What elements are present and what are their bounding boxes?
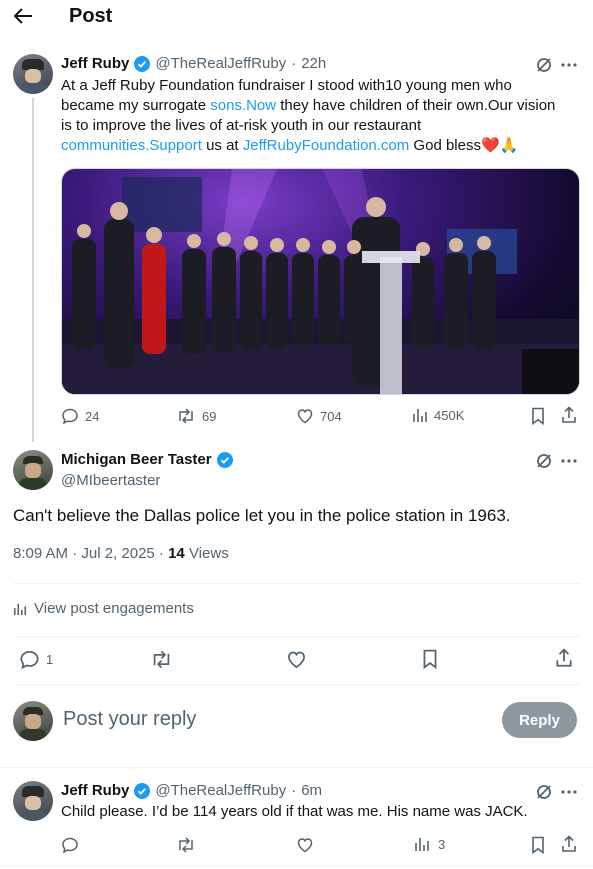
thread-line bbox=[32, 98, 34, 442]
emoji: ❤️🙏 bbox=[480, 137, 519, 154]
verified-badge-icon bbox=[134, 55, 151, 72]
more-options-icon[interactable] bbox=[561, 785, 577, 799]
analytics-icon bbox=[13, 603, 27, 615]
grok-icon[interactable] bbox=[535, 783, 553, 801]
arrow-left-icon[interactable] bbox=[12, 6, 34, 26]
reply-count[interactable]: 24 bbox=[61, 407, 99, 425]
divider bbox=[0, 767, 593, 768]
repost-icon bbox=[179, 408, 193, 424]
author-name[interactable]: Jeff Ruby bbox=[61, 782, 129, 799]
bookmark-icon[interactable] bbox=[531, 836, 545, 854]
bookmark-icon[interactable] bbox=[422, 649, 438, 669]
post-header: Jeff Ruby @TheRealJeffRuby · 22h bbox=[61, 55, 326, 72]
divider bbox=[0, 866, 593, 867]
more-options-icon[interactable] bbox=[561, 58, 577, 72]
event-photo bbox=[62, 169, 579, 394]
avatar[interactable] bbox=[13, 781, 53, 821]
views-count-value: 450K bbox=[434, 407, 465, 423]
share-icon[interactable] bbox=[561, 835, 577, 853]
reply-count[interactable]: 1 bbox=[19, 649, 53, 670]
author-name[interactable]: Michigan Beer Taster bbox=[61, 451, 212, 468]
foundation-link[interactable]: JeffRubyFoundation.com bbox=[243, 137, 410, 154]
timestamp[interactable]: 8:09 AM · Jul 2, 2025 · bbox=[13, 545, 168, 562]
share-icon[interactable] bbox=[555, 648, 573, 668]
second-reply-header: Jeff Ruby @TheRealJeffRuby · 6m bbox=[61, 782, 322, 799]
reply-count-value: 1 bbox=[46, 652, 54, 667]
author-handle[interactable]: @TheRealJeffRuby bbox=[155, 782, 286, 799]
reply-author: Michigan Beer Taster bbox=[61, 451, 233, 468]
avatar bbox=[13, 701, 53, 741]
verified-badge-icon bbox=[216, 451, 233, 468]
link[interactable]: sons.Now bbox=[210, 97, 276, 114]
reply-text: Can't believe the Dallas police let you … bbox=[13, 506, 511, 525]
post-image[interactable] bbox=[61, 168, 580, 395]
post-time[interactable]: 6m bbox=[301, 782, 322, 799]
reply-icon bbox=[62, 408, 78, 425]
heart-icon[interactable] bbox=[296, 836, 314, 854]
more-options-icon[interactable] bbox=[561, 454, 577, 468]
views-count[interactable]: 450K bbox=[412, 407, 464, 423]
post-text-line: communities.Support us at JeffRubyFounda… bbox=[61, 136, 581, 156]
views-label: Views bbox=[184, 545, 229, 562]
text: became my surrogate bbox=[61, 97, 211, 114]
text: God bless bbox=[409, 137, 481, 154]
repost-icon[interactable] bbox=[150, 649, 173, 670]
avatar[interactable] bbox=[13, 450, 53, 490]
text: us at bbox=[201, 137, 243, 154]
reply-icon bbox=[20, 651, 39, 670]
share-icon[interactable] bbox=[561, 406, 577, 424]
reply-timestamp: 8:09 AM · Jul 2, 2025 · 14 Views bbox=[13, 545, 229, 562]
repost-count[interactable]: 69 bbox=[176, 407, 216, 425]
avatar[interactable] bbox=[13, 54, 53, 94]
verified-badge-icon bbox=[134, 782, 151, 799]
analytics-icon bbox=[415, 838, 429, 851]
author-handle[interactable]: @TheRealJeffRuby bbox=[155, 55, 286, 72]
heart-icon bbox=[297, 409, 313, 424]
page-title: Post bbox=[69, 5, 113, 27]
second-reply-text: Child please. I’d be 114 years old if th… bbox=[61, 803, 528, 820]
views-count[interactable]: 3 bbox=[414, 836, 445, 852]
views-count-value: 3 bbox=[438, 836, 446, 852]
post-text-line: At a Jeff Ruby Foundation fundraiser I s… bbox=[61, 77, 512, 94]
dot-separator: · bbox=[291, 782, 297, 799]
repost-count-value: 69 bbox=[202, 408, 217, 424]
analytics-icon bbox=[413, 409, 427, 422]
repost-icon[interactable] bbox=[176, 836, 196, 854]
author-handle[interactable]: @MIbeertaster bbox=[61, 472, 160, 489]
divider bbox=[13, 583, 580, 584]
divider bbox=[13, 684, 580, 685]
post-text-line: is to improve the lives of at-risk youth… bbox=[61, 117, 422, 134]
post-text: At a Jeff Ruby Foundation fundraiser I s… bbox=[61, 76, 581, 156]
engagements-label: View post engagements bbox=[34, 600, 194, 617]
reply-input[interactable]: Post your reply bbox=[63, 708, 483, 731]
header: Post bbox=[0, 0, 593, 34]
view-engagements-link[interactable]: View post engagements bbox=[13, 600, 194, 617]
post-text-line: became my surrogate sons.Now they have c… bbox=[61, 96, 581, 116]
post-time[interactable]: 22h bbox=[301, 55, 326, 72]
grok-icon[interactable] bbox=[535, 452, 553, 470]
reply-button[interactable]: Reply bbox=[502, 702, 577, 738]
dot-separator: · bbox=[291, 55, 297, 72]
reply-icon[interactable] bbox=[61, 836, 79, 854]
bookmark-icon[interactable] bbox=[531, 407, 545, 425]
heart-icon[interactable] bbox=[286, 649, 307, 670]
link[interactable]: communities.Support bbox=[61, 137, 202, 154]
like-count[interactable]: 704 bbox=[296, 407, 342, 425]
grok-icon[interactable] bbox=[535, 56, 553, 74]
text: they have children of their own.Our visi… bbox=[276, 97, 556, 114]
views-number: 14 bbox=[168, 545, 185, 562]
author-name[interactable]: Jeff Ruby bbox=[61, 55, 129, 72]
like-count-value: 704 bbox=[320, 408, 342, 424]
divider bbox=[13, 636, 580, 637]
reply-count-value: 24 bbox=[85, 408, 100, 424]
